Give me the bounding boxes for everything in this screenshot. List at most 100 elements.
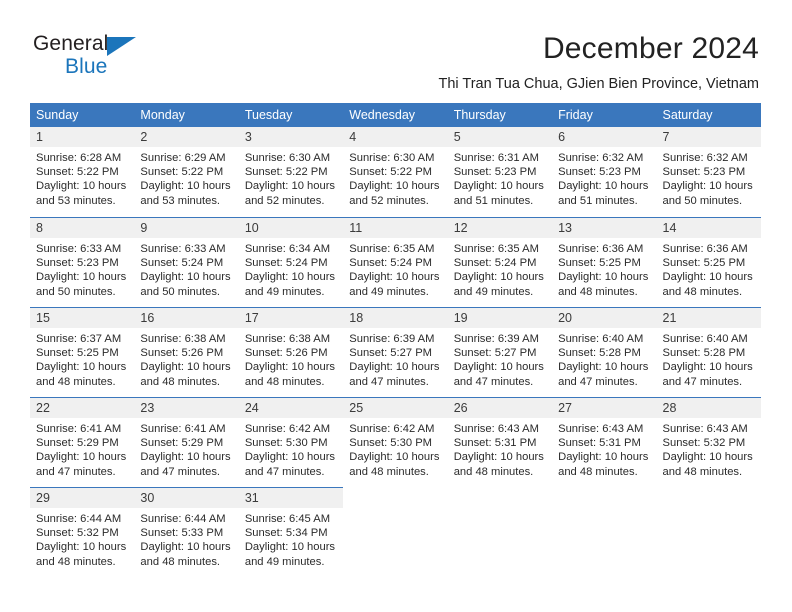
daylight-text-line1: Daylight: 10 hours (349, 451, 440, 464)
weekday-header-wednesday: Wednesday (343, 103, 448, 127)
day-number: 8 (30, 218, 135, 238)
daylight-text-line1: Daylight: 10 hours (140, 541, 231, 554)
day-sun-info: Sunrise: 6:42 AM Sunset: 5:30 PM Daylight:… (343, 418, 447, 479)
weekday-header-sunday: Sunday (30, 103, 135, 127)
day-sun-info: Sunrise: 6:34 AM Sunset: 5:24 PM Daylight:… (239, 238, 343, 299)
sunset-text: Sunset: 5:33 PM (140, 527, 224, 540)
sunrise-text: Sunrise: 6:30 AM (244, 152, 331, 164)
weekday-header-friday: Friday (552, 103, 657, 127)
daylight-text-line1: Daylight: 10 hours (453, 451, 544, 464)
day-cell-content: 29 Sunrise: 6:44 AM Sunset: 5:32 PM Dayligh… (30, 487, 135, 577)
daylight-text-line2: and 48 minutes. (36, 375, 116, 388)
day-cell-content: 17 Sunrise: 6:38 AM Sunset: 5:26 PM Dayligh… (238, 307, 344, 397)
calendar-day-cell[interactable]: 17 Sunrise: 6:38 AM Sunset: 5:26 PM Dayligh… (238, 307, 344, 397)
daylight-text-line2: and 48 minutes. (349, 465, 429, 478)
day-cell-content: 30 Sunrise: 6:44 AM Sunset: 5:33 PM Dayligh… (134, 487, 239, 577)
day-sun-info: Sunrise: 6:32 AM Sunset: 5:23 PM Daylight:… (657, 147, 761, 208)
calendar-day-cell[interactable]: 6 Sunrise: 6:32 AM Sunset: 5:23 PM Daylight… (552, 127, 657, 217)
daylight-text-line2: and 49 minutes. (349, 285, 429, 298)
day-number: 16 (134, 308, 239, 328)
day-cell-content: 13 Sunrise: 6:36 AM Sunset: 5:25 PM Dayligh… (552, 217, 657, 307)
daylight-text-line1: Daylight: 10 hours (244, 541, 336, 554)
daylight-text-line2: and 48 minutes. (244, 375, 325, 388)
sunrise-text: Sunrise: 6:31 AM (453, 152, 539, 164)
calendar-day-cell[interactable]: 14 Sunrise: 6:36 AM Sunset: 5:25 PM Dayligh… (656, 217, 761, 307)
daylight-text-line1: Daylight: 10 hours (140, 271, 231, 284)
calendar-day-cell[interactable] (448, 487, 552, 577)
calendar-day-cell[interactable]: 29 Sunrise: 6:44 AM Sunset: 5:32 PM Dayligh… (30, 487, 135, 577)
day-number: 5 (447, 127, 553, 147)
calendar-day-cell[interactable]: 16 Sunrise: 6:38 AM Sunset: 5:26 PM Dayligh… (134, 307, 239, 397)
calendar-header-row: Sunday Monday Tuesday Wednesday Thursday… (30, 103, 761, 127)
sunset-text: Sunset: 5:30 PM (349, 437, 432, 450)
calendar-day-cell[interactable]: 2 Sunrise: 6:29 AM Sunset: 5:22 PM Daylight… (134, 127, 239, 217)
daylight-text-line1: Daylight: 10 hours (244, 271, 336, 284)
calendar-day-cell[interactable]: 31 Sunrise: 6:45 AM Sunset: 5:34 PM Dayligh… (238, 487, 344, 577)
daylight-text-line1: Daylight: 10 hours (36, 180, 127, 193)
day-sun-info: Sunrise: 6:39 AM Sunset: 5:27 PM Daylight:… (343, 328, 447, 389)
daylight-text-line2: and 48 minutes. (662, 465, 743, 478)
day-sun-info: Sunrise: 6:32 AM Sunset: 5:23 PM Daylight:… (552, 147, 656, 208)
calendar-day-cell[interactable]: 11 Sunrise: 6:35 AM Sunset: 5:24 PM Dayligh… (343, 217, 448, 307)
calendar-day-cell[interactable]: 19 Sunrise: 6:39 AM Sunset: 5:27 PM Dayligh… (447, 307, 553, 397)
daylight-text-line2: and 48 minutes. (140, 375, 221, 388)
sunset-text: Sunset: 5:29 PM (140, 437, 224, 450)
calendar-day-cell[interactable]: 27 Sunrise: 6:43 AM Sunset: 5:31 PM Dayligh… (552, 397, 657, 487)
page-subtitle-location: Thi Tran Tua Chua, GJien Bien Province, … (438, 76, 759, 92)
calendar-day-cell[interactable]: 4 Sunrise: 6:30 AM Sunset: 5:22 PM Daylight… (343, 127, 448, 217)
sunset-text: Sunset: 5:24 PM (140, 257, 224, 270)
calendar-day-cell[interactable]: 21 Sunrise: 6:40 AM Sunset: 5:28 PM Dayligh… (656, 307, 761, 397)
sunrise-text: Sunrise: 6:41 AM (36, 423, 122, 435)
calendar-day-cell[interactable]: 15 Sunrise: 6:37 AM Sunset: 5:25 PM Dayligh… (30, 307, 135, 397)
day-cell-content: 20 Sunrise: 6:40 AM Sunset: 5:28 PM Dayligh… (552, 307, 657, 397)
day-sun-info: Sunrise: 6:36 AM Sunset: 5:25 PM Daylight:… (552, 238, 656, 299)
weekday-header-monday: Monday (134, 103, 239, 127)
sunrise-text: Sunrise: 6:42 AM (244, 423, 331, 435)
sunset-text: Sunset: 5:31 PM (453, 437, 537, 450)
calendar-day-cell[interactable]: 18 Sunrise: 6:39 AM Sunset: 5:27 PM Dayligh… (343, 307, 448, 397)
calendar-day-cell[interactable]: 3 Sunrise: 6:30 AM Sunset: 5:22 PM Daylight… (238, 127, 344, 217)
sunrise-text: Sunrise: 6:42 AM (349, 423, 435, 435)
daylight-text-line1: Daylight: 10 hours (558, 180, 649, 193)
logo-text-general: General (33, 33, 173, 56)
sunset-text: Sunset: 5:22 PM (349, 166, 432, 179)
day-sun-info: Sunrise: 6:43 AM Sunset: 5:32 PM Daylight:… (657, 418, 761, 479)
calendar-day-cell[interactable]: 7 Sunrise: 6:32 AM Sunset: 5:23 PM Daylight… (656, 127, 761, 217)
sunrise-text: Sunrise: 6:36 AM (558, 243, 644, 255)
calendar-day-cell[interactable]: 20 Sunrise: 6:40 AM Sunset: 5:28 PM Dayligh… (552, 307, 657, 397)
calendar-day-cell[interactable]: 30 Sunrise: 6:44 AM Sunset: 5:33 PM Dayligh… (134, 487, 239, 577)
calendar-day-cell[interactable]: 10 Sunrise: 6:34 AM Sunset: 5:24 PM Dayligh… (238, 217, 344, 307)
sunset-text: Sunset: 5:25 PM (36, 347, 119, 360)
calendar-day-cell[interactable] (343, 487, 447, 577)
calendar-day-cell[interactable]: 28 Sunrise: 6:43 AM Sunset: 5:32 PM Dayligh… (656, 397, 761, 487)
calendar-day-cell[interactable]: 26 Sunrise: 6:43 AM Sunset: 5:31 PM Dayligh… (447, 397, 553, 487)
daylight-text-line1: Daylight: 10 hours (558, 451, 649, 464)
daylight-text-line2: and 48 minutes. (140, 555, 221, 568)
calendar-day-cell[interactable]: 1 Sunrise: 6:28 AM Sunset: 5:22 PM Daylight… (30, 127, 135, 217)
calendar-day-cell[interactable] (552, 487, 656, 577)
calendar-day-cell[interactable]: 12 Sunrise: 6:35 AM Sunset: 5:24 PM Dayligh… (447, 217, 553, 307)
sunrise-text: Sunrise: 6:43 AM (662, 423, 748, 435)
general-blue-logo[interactable]: General Blue (33, 33, 173, 81)
sunrise-text: Sunrise: 6:38 AM (140, 333, 226, 345)
calendar-day-cell[interactable]: 8 Sunrise: 6:33 AM Sunset: 5:23 PM Daylight… (30, 217, 135, 307)
daylight-text-line1: Daylight: 10 hours (662, 271, 753, 284)
day-number: 20 (552, 308, 657, 328)
calendar-day-cell[interactable]: 24 Sunrise: 6:42 AM Sunset: 5:30 PM Dayligh… (238, 397, 344, 487)
sunrise-text: Sunrise: 6:43 AM (453, 423, 539, 435)
daylight-text-line2: and 48 minutes. (558, 465, 638, 478)
calendar-day-cell[interactable]: 23 Sunrise: 6:41 AM Sunset: 5:29 PM Dayligh… (134, 397, 239, 487)
calendar-day-cell[interactable]: 22 Sunrise: 6:41 AM Sunset: 5:29 PM Dayligh… (30, 397, 135, 487)
day-number: 13 (552, 218, 657, 238)
day-number: 21 (656, 308, 761, 328)
calendar-day-cell[interactable]: 13 Sunrise: 6:36 AM Sunset: 5:25 PM Dayligh… (552, 217, 657, 307)
sunset-text: Sunset: 5:22 PM (244, 166, 328, 179)
calendar-day-cell[interactable] (657, 487, 761, 577)
calendar-day-cell[interactable]: 25 Sunrise: 6:42 AM Sunset: 5:30 PM Dayligh… (343, 397, 448, 487)
calendar-day-cell[interactable]: 5 Sunrise: 6:31 AM Sunset: 5:23 PM Daylight… (447, 127, 553, 217)
sunset-text: Sunset: 5:28 PM (662, 347, 746, 360)
daylight-text-line1: Daylight: 10 hours (140, 361, 231, 374)
day-number: 15 (30, 308, 135, 328)
calendar-day-cell[interactable]: 9 Sunrise: 6:33 AM Sunset: 5:24 PM Daylight… (134, 217, 239, 307)
day-cell-content: 26 Sunrise: 6:43 AM Sunset: 5:31 PM Dayligh… (447, 397, 553, 487)
